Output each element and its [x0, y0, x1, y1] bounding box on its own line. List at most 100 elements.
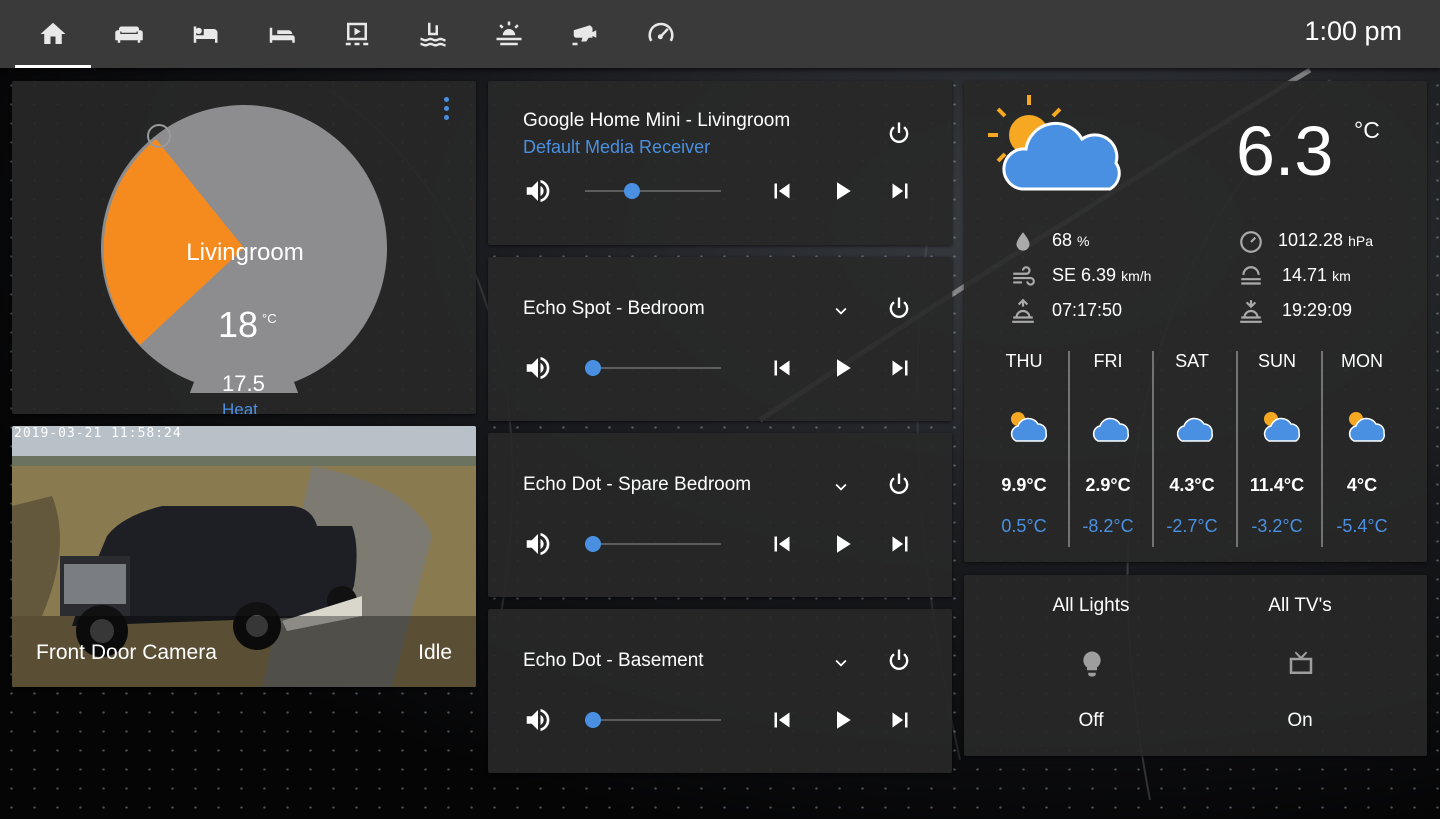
camera-card[interactable]: 2019-03-21 11:58:24 Front Door Camera Id…	[12, 426, 476, 687]
forecast-day-name: SAT	[1175, 351, 1209, 371]
entity-name: All TV's	[1268, 595, 1332, 616]
all-tvs-toggle[interactable]: All TV's On	[1200, 595, 1400, 731]
cloudy-icon	[1092, 417, 1130, 442]
forecast-day: THU 9.9°C 0.5°C	[982, 351, 1066, 536]
volume-icon[interactable]	[523, 176, 553, 206]
media-player-title: Echo Dot - Spare Bedroom	[523, 474, 752, 495]
tab-pool[interactable]	[395, 0, 471, 68]
partly-cloudy-icon	[1263, 412, 1301, 442]
forecast-low: -3.2°C	[1251, 516, 1303, 536]
weather-sunset-icon	[496, 21, 522, 46]
wind-unit: km/h	[1121, 268, 1152, 284]
volume-icon[interactable]	[523, 705, 553, 735]
volume-slider[interactable]	[585, 543, 721, 545]
volume-slider-knob[interactable]	[624, 183, 640, 199]
media-controls	[523, 353, 923, 383]
media-player-card: Echo Dot - Basement	[488, 609, 952, 773]
power-icon[interactable]	[885, 294, 913, 322]
play-icon[interactable]	[827, 529, 857, 559]
play-icon[interactable]	[827, 705, 857, 735]
volume-slider-knob[interactable]	[585, 536, 601, 552]
pressure-unit: hPa	[1348, 233, 1374, 249]
tab-livingroom[interactable]	[91, 0, 167, 68]
more-options-icon[interactable]	[444, 97, 450, 120]
next-track-icon[interactable]	[885, 353, 915, 383]
speedometer-icon	[648, 22, 674, 42]
tab-outdoor[interactable]	[471, 0, 547, 68]
target-temperature: 17.5	[222, 371, 265, 396]
forecast-high: 4.3°C	[1169, 475, 1215, 495]
sunrise-icon	[1012, 298, 1034, 323]
cctv-icon	[572, 25, 597, 46]
forecast-high: 4°C	[1346, 475, 1378, 495]
power-icon[interactable]	[885, 646, 913, 674]
entity-name: All Lights	[1052, 595, 1130, 616]
tab-home[interactable]	[15, 0, 91, 68]
pressure-value: 1012.28	[1278, 230, 1344, 250]
lightbulb-icon	[1083, 651, 1101, 677]
power-icon[interactable]	[885, 470, 913, 498]
home-icon	[40, 22, 66, 44]
volume-slider-knob[interactable]	[585, 712, 601, 728]
media-player-title: Echo Dot - Basement	[523, 650, 704, 671]
previous-track-icon[interactable]	[767, 529, 797, 559]
power-icon[interactable]	[885, 119, 913, 147]
entity-state: On	[1287, 710, 1313, 731]
camera-state: Idle	[418, 641, 452, 664]
forecast-low: -5.4°C	[1336, 516, 1388, 536]
tab-spare-bedroom[interactable]	[243, 0, 319, 68]
previous-track-icon[interactable]	[767, 176, 797, 206]
tab-theater[interactable]	[319, 0, 395, 68]
tab-cameras[interactable]	[547, 0, 623, 68]
cloudy-icon	[1176, 417, 1214, 442]
gauge-icon	[1240, 231, 1262, 253]
all-lights-toggle[interactable]: All Lights Off	[991, 595, 1191, 731]
visibility-value: 14.71	[1282, 265, 1328, 285]
forecast-high: 11.4°C	[1249, 475, 1305, 495]
current-temperature: 6.3	[1236, 112, 1334, 190]
next-track-icon[interactable]	[885, 705, 915, 735]
forecast-day-name: SUN	[1257, 351, 1296, 371]
fog-icon	[1241, 266, 1261, 285]
tab-bedroom[interactable]	[167, 0, 243, 68]
tv-icon	[1289, 651, 1313, 674]
volume-slider[interactable]	[585, 719, 721, 721]
sunset-icon	[1240, 300, 1262, 323]
sofa-icon	[115, 26, 143, 43]
volume-icon[interactable]	[523, 529, 553, 559]
glance-card: All Lights Off All TV's On	[964, 575, 1427, 756]
chevron-down-icon[interactable]	[830, 300, 852, 322]
volume-slider-knob[interactable]	[585, 360, 601, 376]
weather-card[interactable]: 6.3 °C 68 % 1012.28 hPa SE 6.39 km/h 14.…	[964, 81, 1427, 562]
temperature-unit: °C	[1354, 117, 1380, 143]
media-player-title: Google Home Mini - Livingroom	[523, 110, 791, 131]
next-track-icon[interactable]	[885, 176, 915, 206]
play-icon[interactable]	[827, 176, 857, 206]
clock: 1:00 pm	[1304, 16, 1402, 46]
chevron-down-icon[interactable]	[830, 652, 852, 674]
media-player-card: Google Home Mini - Livingroom Default Me…	[488, 81, 952, 245]
camera-name: Front Door Camera	[36, 641, 217, 664]
previous-track-icon[interactable]	[767, 353, 797, 383]
humidity-value: 68	[1052, 230, 1073, 250]
forecast-high: 9.9°C	[1001, 475, 1047, 495]
humidity-unit: %	[1077, 233, 1090, 249]
camera-timestamp: 2019-03-21 11:58:24	[14, 426, 182, 441]
forecast-day-name: THU	[1005, 351, 1043, 371]
thermostat-card: Livingroom 18 °C 17.5 Heat	[12, 81, 476, 414]
volume-icon[interactable]	[523, 353, 553, 383]
theater-icon	[345, 22, 369, 46]
next-track-icon[interactable]	[885, 529, 915, 559]
previous-track-icon[interactable]	[767, 705, 797, 735]
forecast-low: 0.5°C	[1001, 516, 1047, 536]
play-icon[interactable]	[827, 353, 857, 383]
temperature-unit: °C	[262, 311, 277, 326]
volume-slider[interactable]	[585, 367, 721, 369]
chevron-down-icon[interactable]	[830, 476, 852, 498]
partly-cloudy-icon	[1010, 412, 1048, 442]
tab-system[interactable]	[623, 0, 699, 68]
current-temperature: 18	[218, 304, 259, 345]
wind-value: SE 6.39	[1052, 265, 1117, 285]
volume-slider[interactable]	[585, 190, 721, 192]
forecast-high: 2.9°C	[1085, 475, 1131, 495]
